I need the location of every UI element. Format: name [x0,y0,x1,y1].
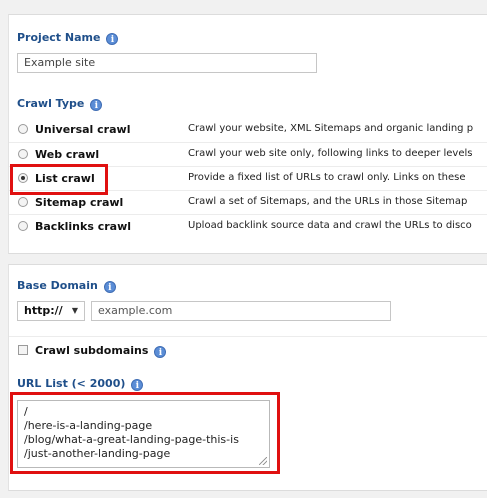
option-description: Crawl a set of Sitemaps, and the URLs in… [188,196,468,207]
crawl-subdomains-text: Crawl subdomains [35,344,149,357]
crawl-option-universal[interactable]: Universal crawl Crawl your website, XML … [9,118,487,142]
protocol-value: http:// [24,304,63,317]
protocol-select[interactable]: http:// ▼ [17,301,85,321]
url-list-title: URL List (< 2000) [17,377,126,390]
option-label: Web crawl [35,148,100,161]
base-domain-title: Base Domain [17,279,98,292]
option-label: Universal crawl [35,123,131,136]
radio-backlinks-crawl[interactable] [18,221,28,231]
option-description: Crawl your website, XML Sitemaps and org… [188,123,474,134]
url-line: /just-another-landing-page [24,447,171,460]
radio-web-crawl[interactable] [18,149,28,159]
base-domain-heading: Base Domain i [17,279,116,293]
crawl-subdomains-checkbox[interactable] [18,345,28,355]
project-settings-panel: Project Name i Example site Crawl Type i U… [8,14,487,254]
project-name-input[interactable]: Example site [17,53,317,73]
domain-input[interactable]: example.com [91,301,391,321]
info-icon[interactable]: i [131,379,144,391]
option-label: List crawl [35,172,95,185]
radio-universal-crawl[interactable] [18,124,28,134]
info-icon[interactable]: i [103,281,116,293]
info-icon[interactable]: i [154,346,167,358]
project-name-heading: Project Name i [17,31,119,45]
url-list-textarea[interactable]: / /here-is-a-landing-page /blog/what-a-g… [17,400,270,468]
option-label: Sitemap crawl [35,196,124,209]
crawl-type-title: Crawl Type [17,97,85,110]
info-icon[interactable]: i [90,99,103,111]
url-line: / [24,405,28,418]
domain-settings-panel: Base Domain i http:// ▼ example.com Crawl… [8,264,487,491]
url-line: /blog/what-a-great-landing-page-this-is [24,433,239,446]
project-name-title: Project Name [17,31,101,44]
option-description: Upload backlink source data and crawl th… [188,220,472,231]
radio-list-crawl[interactable] [18,173,28,183]
crawl-option-web[interactable]: Web crawl Crawl your web site only, foll… [9,142,487,166]
resize-handle[interactable] [259,457,267,465]
radio-sitemap-crawl[interactable] [18,197,28,207]
url-line: /here-is-a-landing-page [24,419,153,432]
crawl-type-heading: Crawl Type i [17,97,103,111]
crawl-option-sitemap[interactable]: Sitemap crawl Crawl a set of Sitemaps, a… [9,190,487,214]
url-list-heading: URL List (< 2000) i [17,377,144,391]
info-icon[interactable]: i [106,33,119,45]
option-description: Crawl your web site only, following link… [188,148,473,159]
option-description: Provide a fixed list of URLs to crawl on… [188,172,466,183]
crawl-subdomains-label: Crawl subdomains i [35,344,167,358]
option-label: Backlinks crawl [35,220,132,233]
divider [9,336,487,337]
crawl-option-backlinks[interactable]: Backlinks crawl Upload backlink source d… [9,214,487,238]
crawl-option-list[interactable]: List crawl Provide a fixed list of URLs … [9,166,487,190]
chevron-down-icon: ▼ [71,306,78,315]
